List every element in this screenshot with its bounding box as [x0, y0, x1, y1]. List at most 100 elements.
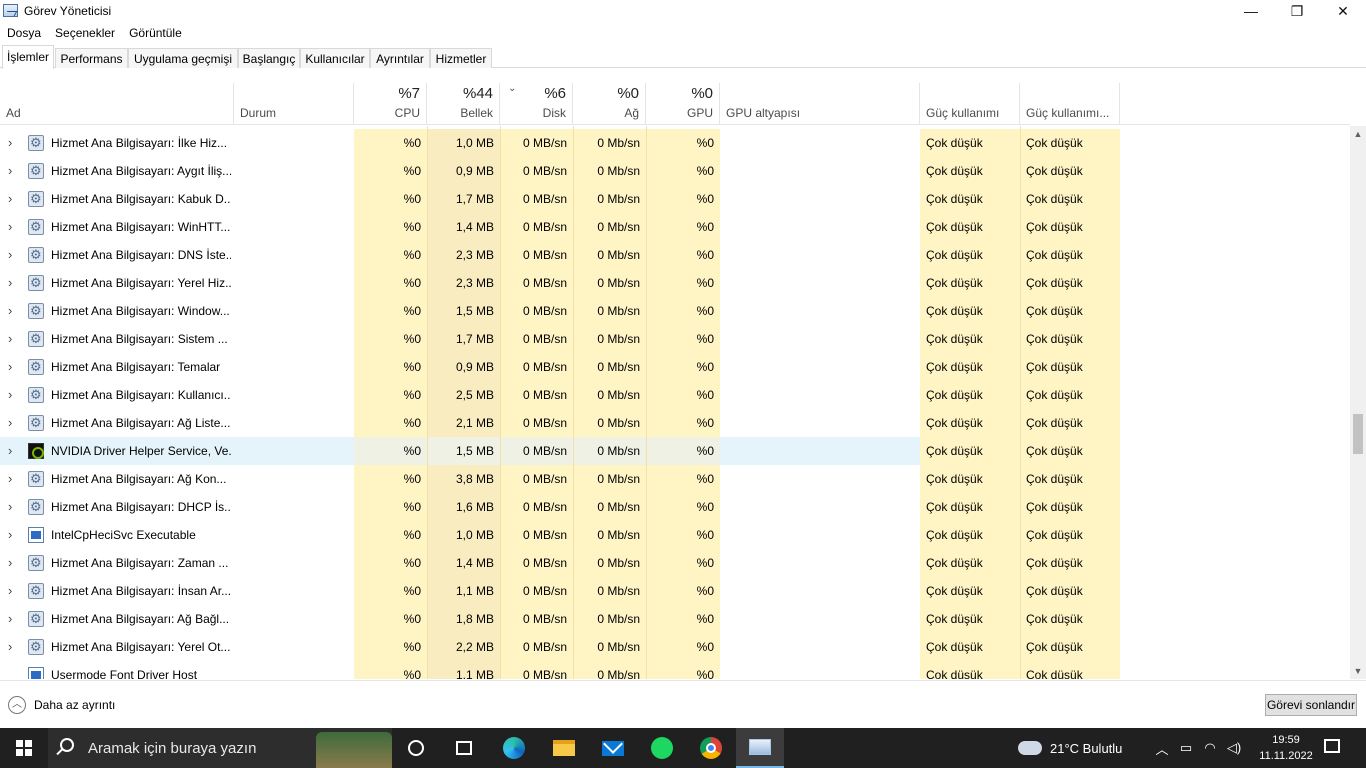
header-power[interactable]: Güç kullanımı [920, 83, 1020, 125]
header-name[interactable]: Ad [0, 83, 234, 125]
process-power: Çok düşük [920, 269, 1020, 297]
fewer-details-link[interactable]: Daha az ayrıntı [34, 698, 115, 712]
header-status[interactable]: Durum [234, 83, 354, 125]
process-cpu: %0 [354, 633, 427, 661]
expand-chevron-icon[interactable]: › [8, 465, 12, 493]
process-cpu: %0 [354, 353, 427, 381]
process-row[interactable]: › Hizmet Ana Bilgisayarı: Aygıt İliş... %0… [0, 157, 1350, 185]
expand-chevron-icon[interactable]: › [8, 549, 12, 577]
close-button[interactable]: ✕ [1320, 0, 1366, 22]
weather-widget[interactable]: 21°C Bulutlu [1018, 728, 1122, 768]
battery-icon[interactable]: ▭ [1176, 728, 1196, 768]
process-status [234, 409, 354, 437]
gear-icon [28, 353, 44, 381]
process-row[interactable]: ›Hizmet Ana Bilgisayarı: Temalar%00,9 MB… [0, 353, 1350, 381]
process-row[interactable]: Usermode Font Driver Host %0 1,1 MB 0 MB/sn… [0, 661, 1350, 679]
task-manager-taskbar-button[interactable] [736, 728, 784, 768]
process-row[interactable]: › IntelCpHeciSvc Executable %0 1,0 MB 0 MB/s… [0, 521, 1350, 549]
start-button[interactable] [0, 728, 48, 768]
chevron-up-circle-icon[interactable]: ︿ [8, 696, 26, 714]
process-row[interactable]: ›Hizmet Ana Bilgisayarı: Sistem ...%01,7… [0, 325, 1350, 353]
volume-icon[interactable]: ◁) [1224, 728, 1244, 768]
spotify-button[interactable] [638, 728, 686, 768]
tab-app-history[interactable]: Uygulama geçmişi [128, 48, 238, 68]
process-row[interactable]: ›Hizmet Ana Bilgisayarı: Ağ Bağl...%01,8… [0, 605, 1350, 633]
end-task-button[interactable]: Görevi sonlandır [1265, 694, 1357, 716]
process-row[interactable]: ›Hizmet Ana Bilgisayarı: Kullanıcı...%02… [0, 381, 1350, 409]
process-row[interactable]: ›Hizmet Ana Bilgisayarı: WinHTT...%01,4 … [0, 213, 1350, 241]
chrome-button[interactable] [687, 728, 735, 768]
expand-chevron-icon[interactable]: › [8, 577, 12, 605]
process-row[interactable]: ›Hizmet Ana Bilgisayarı: İnsan Ar...%01,… [0, 577, 1350, 605]
menu-view[interactable]: Görüntüle [122, 23, 189, 43]
process-row[interactable]: ›Hizmet Ana Bilgisayarı: DHCP İs...%01,6… [0, 493, 1350, 521]
process-row[interactable]: › NVIDIA Driver Helper Service, Ve... %0 1,… [0, 437, 1350, 465]
expand-chevron-icon[interactable]: › [8, 213, 12, 241]
tab-details[interactable]: Ayrıntılar [370, 48, 430, 68]
tab-processes[interactable]: İşlemler [2, 45, 54, 69]
expand-chevron-icon[interactable]: › [8, 297, 12, 325]
process-row[interactable]: ›Hizmet Ana Bilgisayarı: Yerel Ot...%02,… [0, 633, 1350, 661]
scroll-down-arrow-icon[interactable]: ▼ [1350, 663, 1366, 679]
process-disk: 0 MB/sn [500, 577, 573, 605]
process-network: 0 Mb/sn [573, 437, 646, 465]
header-memory[interactable]: %44 Bellek [427, 83, 500, 125]
process-row[interactable]: ›Hizmet Ana Bilgisayarı: Ağ Kon...%03,8 … [0, 465, 1350, 493]
expand-chevron-icon[interactable]: › [8, 353, 12, 381]
header-cpu[interactable]: %7 CPU [354, 83, 427, 125]
header-gpu-engine[interactable]: GPU altyapısı [720, 83, 920, 125]
header-disk[interactable]: ⌄ %6 Disk [500, 83, 573, 125]
expand-chevron-icon[interactable]: › [8, 241, 12, 269]
process-row[interactable]: ›Hizmet Ana Bilgisayarı: Zaman ...%01,4 … [0, 549, 1350, 577]
menu-file[interactable]: Dosya [0, 23, 48, 43]
process-gpu: %0 [646, 605, 720, 633]
expand-chevron-icon[interactable]: › [8, 437, 12, 465]
scroll-thumb[interactable] [1353, 414, 1363, 454]
mail-button[interactable] [589, 728, 637, 768]
maximize-button[interactable]: ❐ [1274, 0, 1320, 22]
process-power-trend: Çok düşük [1020, 577, 1120, 605]
clock[interactable]: 19:59 11.11.2022 [1256, 732, 1316, 764]
cortana-button[interactable] [392, 728, 440, 768]
edge-button[interactable] [490, 728, 538, 768]
process-row[interactable]: ›Hizmet Ana Bilgisayarı: Kabuk D...%01,7… [0, 185, 1350, 213]
vertical-scrollbar[interactable]: ▲ ▼ [1350, 126, 1366, 679]
file-explorer-button[interactable] [540, 728, 588, 768]
process-row[interactable]: ›Hizmet Ana Bilgisayarı: Yerel Hiz...%02… [0, 269, 1350, 297]
expand-chevron-icon[interactable]: › [8, 409, 12, 437]
expand-chevron-icon[interactable]: › [8, 185, 12, 213]
tab-startup[interactable]: Başlangıç [238, 48, 300, 68]
expand-chevron-icon[interactable]: › [8, 269, 12, 297]
process-network: 0 Mb/sn [573, 297, 646, 325]
wifi-icon[interactable]: ◠ [1200, 728, 1220, 768]
header-gpu[interactable]: %0 GPU [646, 83, 720, 125]
edge-icon [503, 737, 525, 759]
tab-users[interactable]: Kullanıcılar [300, 48, 370, 68]
scroll-up-arrow-icon[interactable]: ▲ [1350, 126, 1366, 142]
tab-services[interactable]: Hizmetler [430, 48, 492, 68]
process-row[interactable]: ›Hizmet Ana Bilgisayarı: Ağ Liste...%02,… [0, 409, 1350, 437]
expand-chevron-icon[interactable]: › [8, 325, 12, 353]
header-power-trend[interactable]: Güç kullanımı... [1020, 83, 1120, 125]
header-network[interactable]: %0 Ağ [573, 83, 646, 125]
expand-chevron-icon[interactable]: › [8, 521, 12, 549]
tab-strip: İşlemler Performans Uygulama geçmişi Baş… [0, 45, 1366, 69]
process-row[interactable]: ›Hizmet Ana Bilgisayarı: DNS İste...%02,… [0, 241, 1350, 269]
expand-chevron-icon[interactable]: › [8, 633, 12, 661]
notification-center-icon[interactable] [1324, 739, 1340, 753]
expand-chevron-icon[interactable]: › [8, 157, 12, 185]
expand-chevron-icon[interactable]: › [8, 605, 12, 633]
expand-chevron-icon[interactable]: › [8, 493, 12, 521]
minimize-button[interactable]: — [1228, 0, 1274, 22]
task-view-button[interactable] [440, 728, 488, 768]
menu-options[interactable]: Seçenekler [48, 23, 122, 43]
process-row[interactable]: ›Hizmet Ana Bilgisayarı: Window...%01,5 … [0, 297, 1350, 325]
taskbar-search-box[interactable]: Aramak için buraya yazın [48, 728, 392, 768]
expand-chevron-icon[interactable]: › [8, 129, 12, 157]
window-title: Görev Yöneticisi [24, 4, 112, 18]
tab-performance[interactable]: Performans [55, 48, 128, 68]
process-row[interactable]: ›Hizmet Ana Bilgisayarı: İlke Hiz...%01,… [0, 129, 1350, 157]
process-network: 0 Mb/sn [573, 381, 646, 409]
expand-chevron-icon[interactable]: › [8, 381, 12, 409]
show-hidden-icons-chevron-icon[interactable]: ︿ [1152, 728, 1172, 768]
